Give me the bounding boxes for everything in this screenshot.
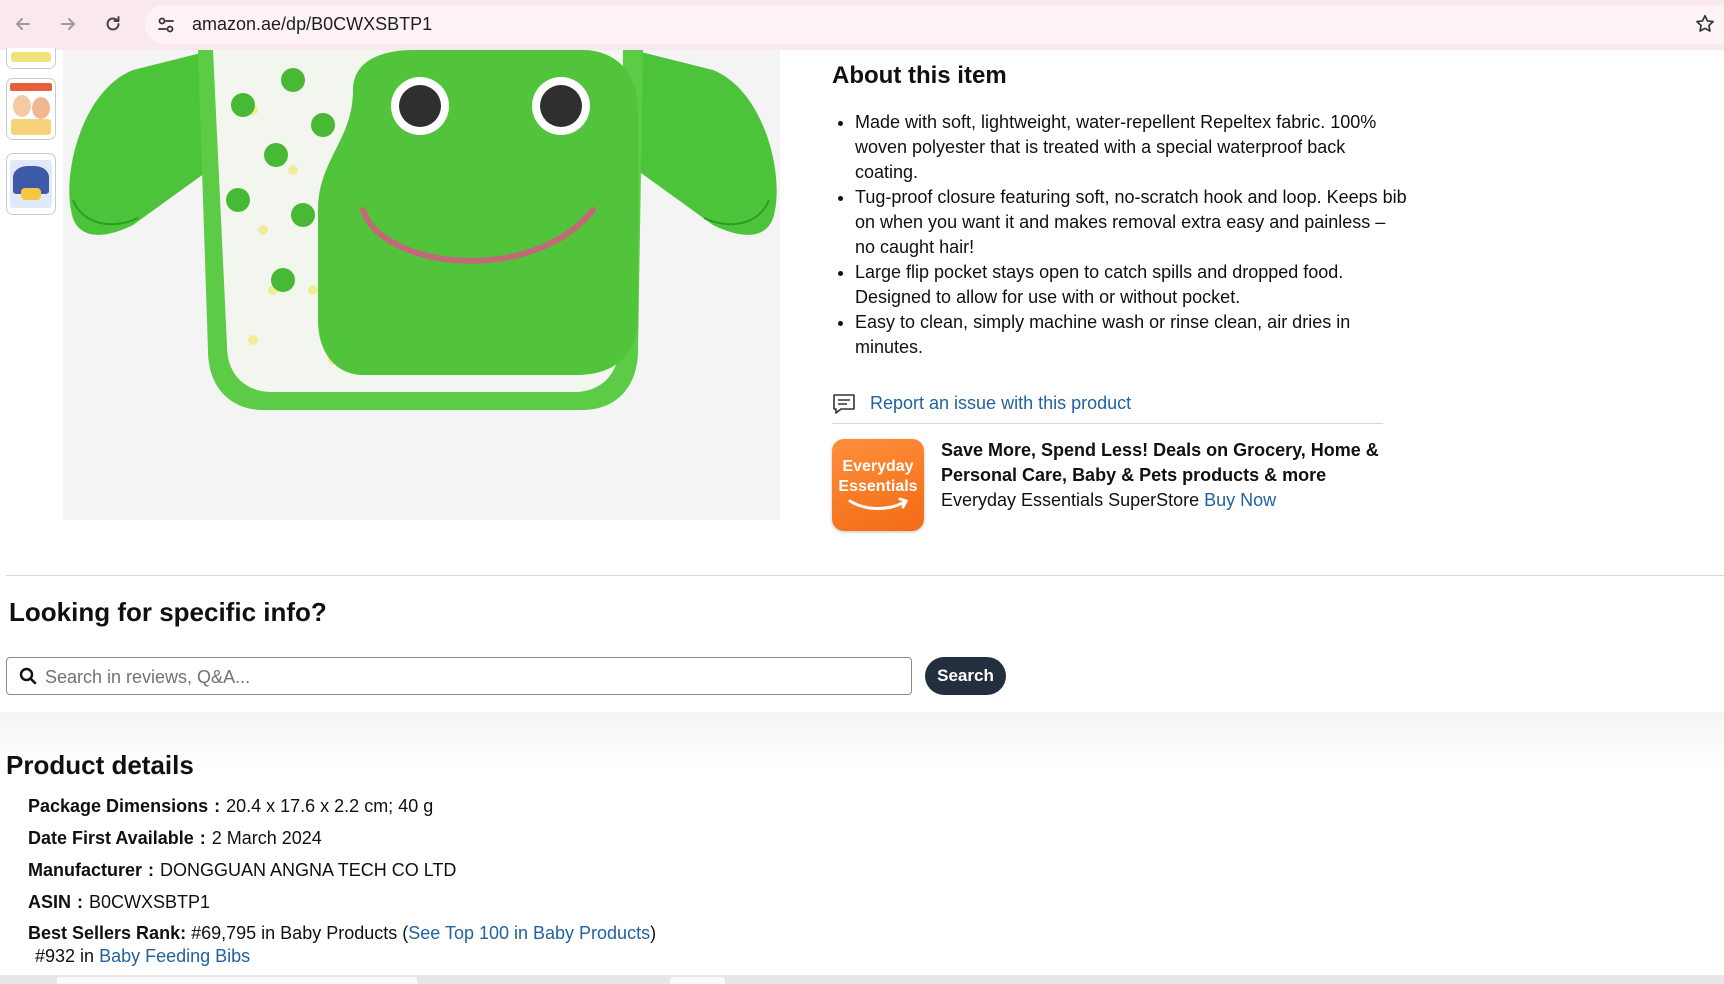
report-issue-row: Report an issue with this product [832,391,1383,424]
search-icon [19,667,37,690]
smile-arrow-icon [848,497,909,510]
promo-store: Everyday Essentials SuperStore [941,490,1200,510]
thumbnail-bib-top[interactable] [6,48,56,69]
section-shadow [0,712,1724,772]
buy-now-link[interactable]: Buy Now [1204,490,1276,510]
promo-text: Save More, Spend Less! Deals on Grocery,… [941,438,1391,513]
everyday-essentials-badge[interactable]: Everyday Essentials [832,439,924,531]
rank-close: ) [650,923,657,943]
review-search-input[interactable] [43,658,907,696]
detail-separator: : [148,860,155,880]
detail-separator: : [199,828,206,848]
review-search-box[interactable] [6,657,912,696]
thumbnail-image [11,52,51,62]
detail-label: Package Dimensions [28,796,209,816]
section-divider [6,575,1724,576]
about-title: About this item [832,62,1007,89]
reload-icon [106,16,120,31]
url-text[interactable]: amazon.ae/dp/B0CWXSBTP1 [192,14,432,35]
detail-label: ASIN [28,892,72,912]
detail-value: 20.4 x 17.6 x 2.2 cm; 40 g [226,796,434,816]
main-product-image[interactable] [63,50,780,520]
about-bullets: Made with soft, lightweight, water-repel… [832,110,1407,360]
detail-row-package-dimensions: Package Dimensions:20.4 x 17.6 x 2.2 cm;… [28,796,433,817]
address-bar[interactable]: amazon.ae/dp/B0CWXSBTP1 [145,5,1724,44]
thumbnail-pocket [21,188,41,200]
detail-value: 2 March 2024 [211,828,322,848]
browser-toolbar: amazon.ae/dp/B0CWXSBTP1 [0,0,1724,50]
detail-label: Manufacturer [28,860,143,880]
thumbnail-face [32,97,50,119]
detail-value: DONGGUAN ANGNA TECH CO LTD [160,860,457,880]
detail-label: Best Sellers Rank: [28,923,187,943]
report-issue-link[interactable]: Report an issue with this product [870,393,1131,414]
bullet-item: Large flip pocket stays open to catch sp… [855,260,1407,310]
bookmark-star-icon[interactable] [1694,13,1716,40]
specific-info-title: Looking for specific info? [9,597,327,627]
detail-separator: : [214,796,221,816]
detail-row-manufacturer: Manufacturer: DONGGUAN ANGNA TECH CO LTD [28,860,456,881]
detail-value: B0CWXSBTP1 [89,892,211,912]
frog-bib-image [69,50,777,410]
site-info-icon[interactable] [155,14,177,36]
thumbnail-bib [11,119,51,135]
bullet-item: Made with soft, lightweight, water-repel… [855,110,1407,185]
thumbnail-face [13,95,31,117]
bottom-content-edge [670,977,725,984]
reload-button[interactable] [100,11,126,37]
bullet-item: Tug-proof closure featuring soft, no-scr… [855,185,1407,260]
see-top-100-link[interactable]: See Top 100 in Baby Products [408,923,650,943]
feedback-icon [832,392,856,421]
arrow-left-icon [16,18,30,30]
bottom-content-edge [57,977,417,984]
product-details-title: Product details [6,750,194,780]
detail-separator: : [77,892,84,912]
rank-value: #69,795 in Baby Products ( [191,923,409,943]
badge-line-2: Essentials [838,478,918,495]
promo-headline: Save More, Spend Less! Deals on Grocery,… [941,440,1379,485]
thumbnail-baby-eating[interactable] [6,78,56,140]
detail-label: Date First Available [28,828,194,848]
arrow-right-icon [61,18,75,30]
detail-row-best-sellers-rank: Best Sellers Rank: #69,795 in Baby Produ… [28,923,656,944]
rank-sub-value: #932 in [35,946,95,966]
promo-store-line: Everyday Essentials SuperStore Buy Now [941,488,1391,513]
detail-row-asin: ASIN: B0CWXSBTP1 [28,892,210,913]
rank-sub-row: #932 in Baby Feeding Bibs [35,946,250,967]
badge-line-1: Everyday [842,458,914,475]
thumbnail-bib-pattern[interactable] [6,153,56,215]
baby-feeding-bibs-link[interactable]: Baby Feeding Bibs [99,946,250,966]
thumbnail-header-stripe [10,83,52,91]
detail-row-date-first-available: Date First Available:2 March 2024 [28,828,322,849]
back-button[interactable] [10,11,36,37]
search-button[interactable]: Search [925,657,1006,695]
forward-button[interactable] [55,11,81,37]
bullet-item: Easy to clean, simply machine wash or ri… [855,310,1407,360]
